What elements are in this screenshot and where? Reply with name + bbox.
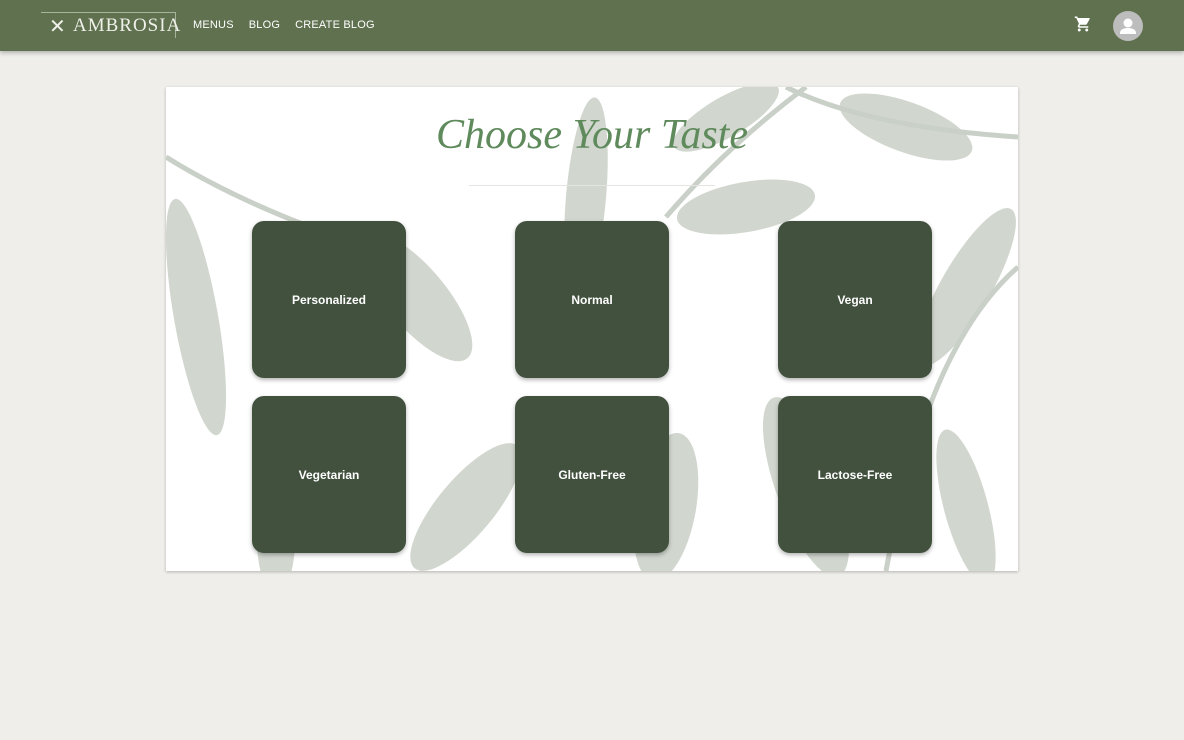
cart-icon[interactable] bbox=[1074, 15, 1092, 33]
top-nav: ✕ AMBROSIA MENUS BLOG CREATE BLOG bbox=[0, 0, 1184, 51]
option-vegetarian[interactable]: Vegetarian bbox=[252, 396, 406, 553]
user-avatar-button[interactable] bbox=[1113, 11, 1143, 41]
nav-link-create-blog[interactable]: CREATE BLOG bbox=[295, 19, 375, 31]
nav-link-blog[interactable]: BLOG bbox=[249, 19, 280, 31]
option-personalized[interactable]: Personalized bbox=[252, 221, 406, 378]
option-lactose-free[interactable]: Lactose-Free bbox=[778, 396, 932, 553]
user-icon bbox=[1120, 18, 1136, 34]
fork-knife-icon: ✕ bbox=[49, 16, 67, 38]
brand-name: AMBROSIA bbox=[73, 15, 182, 36]
page-title: Choose Your Taste bbox=[435, 112, 748, 158]
option-vegan[interactable]: Vegan bbox=[778, 221, 932, 378]
option-normal[interactable]: Normal bbox=[515, 221, 669, 378]
taste-card: Choose Your Taste Personalized Normal Ve… bbox=[166, 87, 1018, 571]
brand-logo[interactable]: ✕ AMBROSIA bbox=[41, 12, 180, 38]
option-gluten-free[interactable]: Gluten-Free bbox=[515, 396, 669, 553]
nav-link-menus[interactable]: MENUS bbox=[193, 19, 234, 31]
title-divider bbox=[469, 185, 715, 186]
